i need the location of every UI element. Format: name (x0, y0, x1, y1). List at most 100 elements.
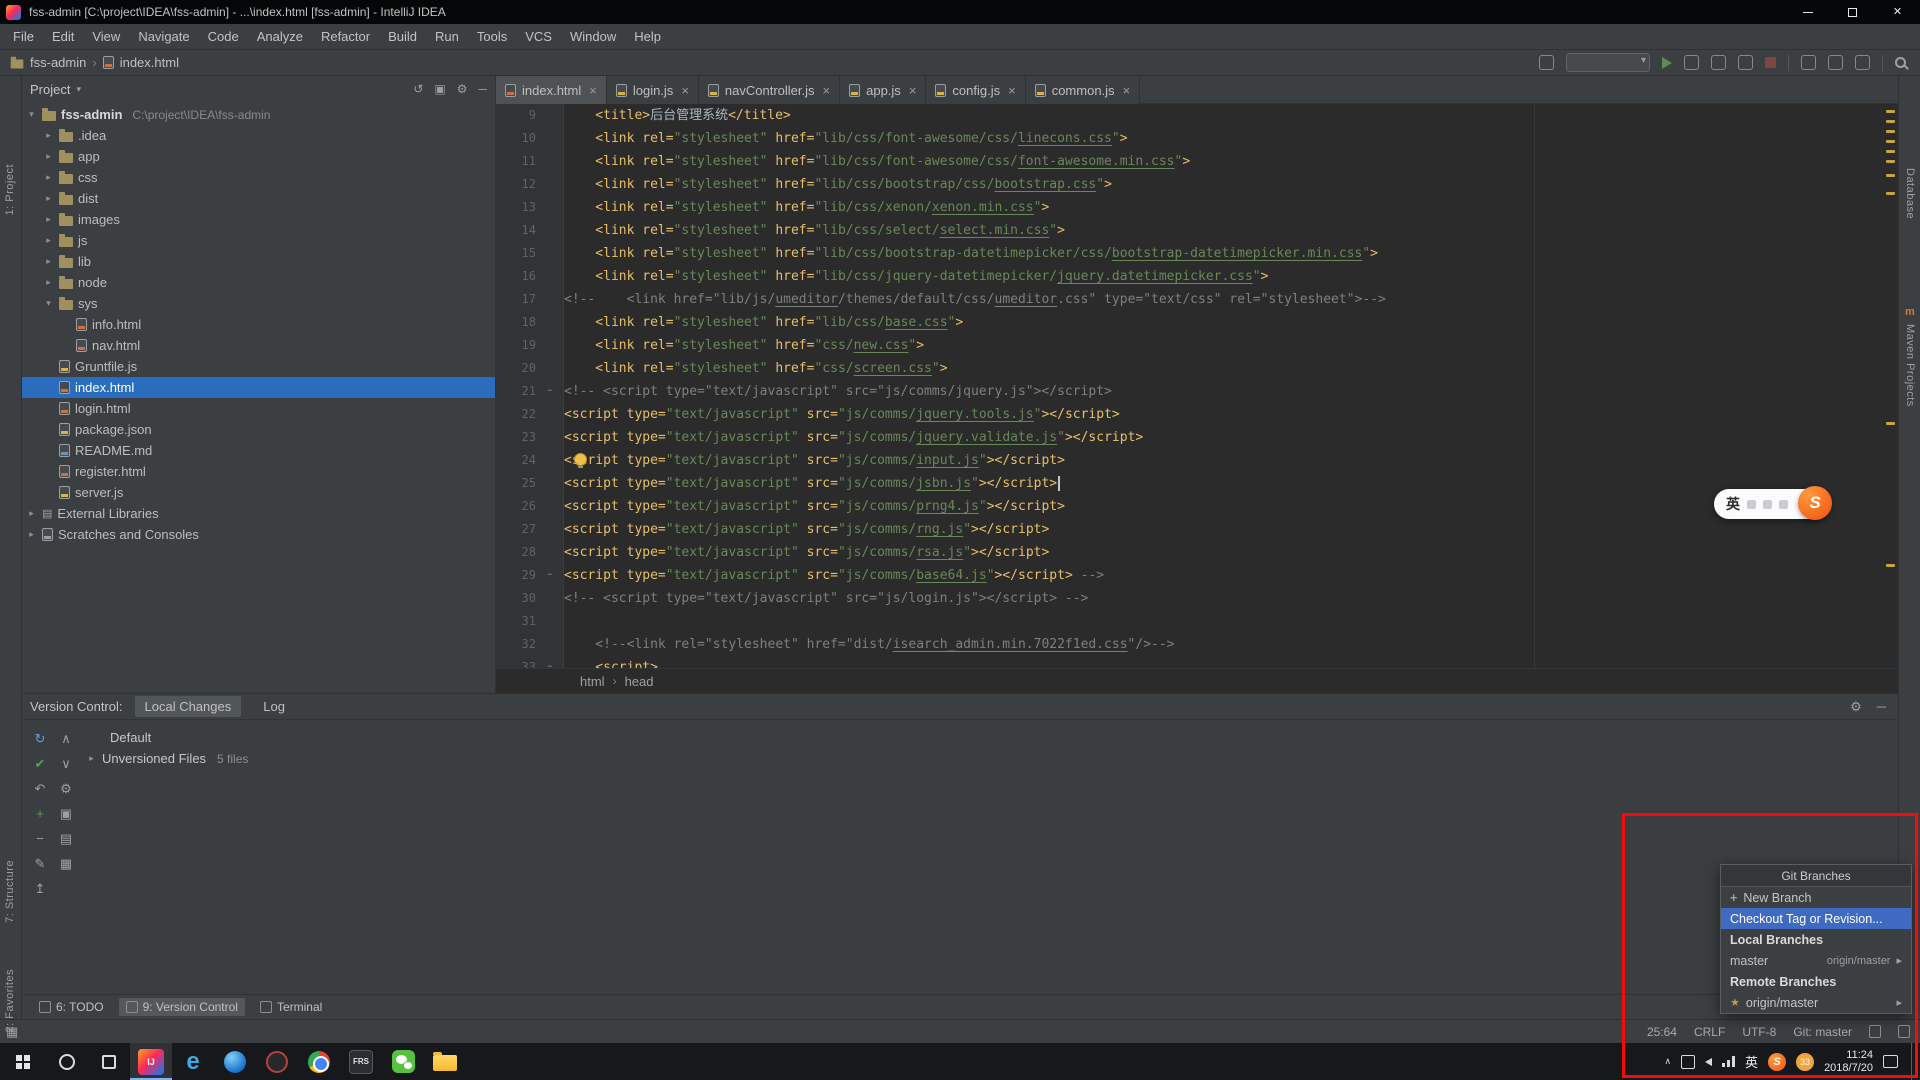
ime-tool-icon[interactable] (1747, 499, 1756, 509)
breadcrumb-head[interactable]: head (625, 674, 654, 689)
hide-panel-icon[interactable]: ─ (478, 82, 487, 96)
collapsed-arrow-icon[interactable]: ▸ (43, 151, 54, 162)
tree-item-js[interactable]: ▸ js (22, 230, 495, 251)
profiler-button[interactable] (1738, 55, 1753, 70)
tool-button-favorites[interactable]: 2: Favorites (4, 969, 16, 1032)
breadcrumb-html[interactable]: html (580, 674, 605, 689)
tree-item-nav-html[interactable]: nav.html (22, 335, 495, 356)
ime-mode-label[interactable]: 英 (1726, 494, 1740, 514)
tool-button-project[interactable]: 1: Project (4, 164, 16, 215)
edit-icon[interactable]: ✎ (35, 856, 46, 872)
coverage-button[interactable] (1711, 55, 1726, 70)
close-tab-icon[interactable]: × (909, 83, 917, 98)
tree-item-lib[interactable]: ▸ lib (22, 251, 495, 272)
show-desktop-button[interactable] (1911, 1043, 1916, 1080)
toolbar-icon[interactable] (1855, 55, 1870, 70)
tree-item-fss-admin[interactable]: ▾ fss-admin C:\project\IDEA\fss-admin (22, 104, 495, 125)
tab-navcontroller-js[interactable]: navController.js × (698, 76, 841, 104)
fold-marker[interactable]: − (544, 380, 556, 403)
collapsed-arrow-icon[interactable]: ▸ (86, 753, 97, 764)
taskbar-edge[interactable] (172, 1043, 214, 1080)
collapsed-arrow-icon[interactable]: ▸ (26, 508, 37, 519)
debug-button[interactable] (1684, 55, 1699, 70)
tree-item-app[interactable]: ▸ app (22, 146, 495, 167)
tree-item-readme-md[interactable]: README.md (22, 440, 495, 461)
close-tab-icon[interactable]: × (823, 83, 831, 98)
encoding-widget[interactable]: UTF-8 (1742, 1025, 1776, 1039)
expanded-arrow-icon[interactable]: ▾ (43, 298, 54, 309)
tree-item-info-html[interactable]: info.html (22, 314, 495, 335)
taskbar-start[interactable] (0, 1043, 46, 1080)
lock-icon[interactable] (1869, 1025, 1881, 1038)
revert-icon[interactable]: ↶ (35, 781, 46, 797)
tray-icon[interactable] (1681, 1054, 1696, 1069)
collapsed-arrow-icon[interactable]: ▸ (26, 529, 37, 540)
notification-badge[interactable]: 33 (1796, 1052, 1815, 1071)
tree-item-index-html[interactable]: index.html (22, 377, 495, 398)
chevron-down-icon[interactable]: ▾ (76, 84, 81, 95)
close-tab-icon[interactable]: × (681, 83, 689, 98)
toolbar-icon[interactable] (1801, 55, 1816, 70)
tree-item-node[interactable]: ▸ node (22, 272, 495, 293)
menu-item-navigate[interactable]: Navigate (129, 24, 198, 49)
tree-item-images[interactable]: ▸ images (22, 209, 495, 230)
unversioned-files-row[interactable]: ▸ Unversioned Files 5 files (86, 751, 248, 766)
tool-button-maven-projects[interactable]: Maven Projects (1904, 324, 1916, 407)
close-tab-icon[interactable]: × (589, 83, 597, 98)
tree-item-sys[interactable]: ▾ sys (22, 293, 495, 314)
collapsed-arrow-icon[interactable]: ▸ (43, 214, 54, 225)
stop-button[interactable] (1765, 57, 1776, 68)
menu-item-view[interactable]: View (83, 24, 129, 49)
tab-login-js[interactable]: login.js × (606, 76, 699, 104)
taskbar-intellij[interactable] (130, 1043, 172, 1080)
editor[interactable]: 9 <title>后台管理系统</title> 10 <link rel="sty… (496, 104, 1898, 668)
tree-item-login-html[interactable]: login.html (22, 398, 495, 419)
menu-item-tools[interactable]: Tools (468, 24, 516, 49)
tab-index-html[interactable]: index.html × (496, 76, 607, 104)
caret-position-widget[interactable]: 25:64 (1647, 1025, 1677, 1039)
menu-item-help[interactable]: Help (625, 24, 670, 49)
settings-icon[interactable]: ⚙ (60, 781, 72, 797)
refresh-icon[interactable]: ↻ (35, 731, 46, 747)
run-button[interactable] (1662, 56, 1672, 69)
tree-item-scratches-and-consoles[interactable]: ▸ Scratches and Consoles (22, 524, 495, 545)
ime-indicator[interactable]: 英 (1745, 1052, 1758, 1071)
ime-tool-icon[interactable] (1779, 499, 1788, 509)
taskbar-chrome[interactable] (298, 1043, 340, 1080)
taskbar-dark-app[interactable] (256, 1043, 298, 1080)
collapsed-arrow-icon[interactable]: ▸ (43, 172, 54, 183)
branch-item-master[interactable]: master origin/master ▸ (1721, 950, 1911, 971)
collapsed-arrow-icon[interactable]: ▸ (43, 256, 54, 267)
menu-item-analyze[interactable]: Analyze (248, 24, 312, 49)
menu-item-build[interactable]: Build (379, 24, 426, 49)
tree-item-package-json[interactable]: package.json (22, 419, 495, 440)
tree-item-server-js[interactable]: server.js (22, 482, 495, 503)
preview-diff-icon[interactable]: ▦ (60, 856, 72, 872)
changelist-name[interactable]: Default (110, 730, 151, 745)
breadcrumb-project[interactable]: fss-admin (30, 55, 86, 70)
expanded-arrow-icon[interactable]: ▾ (26, 109, 37, 120)
project-panel-title[interactable]: Project (30, 82, 70, 97)
collapse-all-icon[interactable]: ▣ (434, 82, 445, 96)
tree-item-gruntfile-js[interactable]: Gruntfile.js (22, 356, 495, 377)
branch-item-checkout-tag-or-revision[interactable]: Checkout Tag or Revision... (1721, 908, 1911, 929)
git-branch-widget[interactable]: Git: master (1793, 1025, 1852, 1039)
action-center-icon[interactable] (1883, 1055, 1898, 1068)
fold-marker[interactable]: − (544, 564, 556, 587)
taskbar-wechat[interactable] (382, 1043, 424, 1080)
taskbar-clock[interactable]: 11:24 2018/7/20 (1824, 1049, 1873, 1075)
menu-item-run[interactable]: Run (426, 24, 468, 49)
search-icon[interactable] (1895, 57, 1906, 68)
toolwindow-button-6-todo[interactable]: 6: TODO (32, 998, 111, 1016)
gear-icon[interactable]: ⚙ (1850, 699, 1862, 715)
tree-item-external-libraries[interactable]: ▸ ▤ External Libraries (22, 503, 495, 524)
tab-app-js[interactable]: app.js × (840, 76, 927, 104)
tab-log[interactable]: Log (253, 696, 295, 717)
close-tab-icon[interactable]: × (1123, 83, 1131, 98)
collapsed-arrow-icon[interactable]: ▸ (43, 235, 54, 246)
collapsed-arrow-icon[interactable]: ▸ (43, 277, 54, 288)
tab-local-changes[interactable]: Local Changes (134, 696, 242, 717)
tool-button-database[interactable]: Database (1904, 168, 1916, 219)
tree-item-idea[interactable]: ▸ .idea (22, 125, 495, 146)
intention-bulb-icon[interactable] (574, 453, 587, 468)
